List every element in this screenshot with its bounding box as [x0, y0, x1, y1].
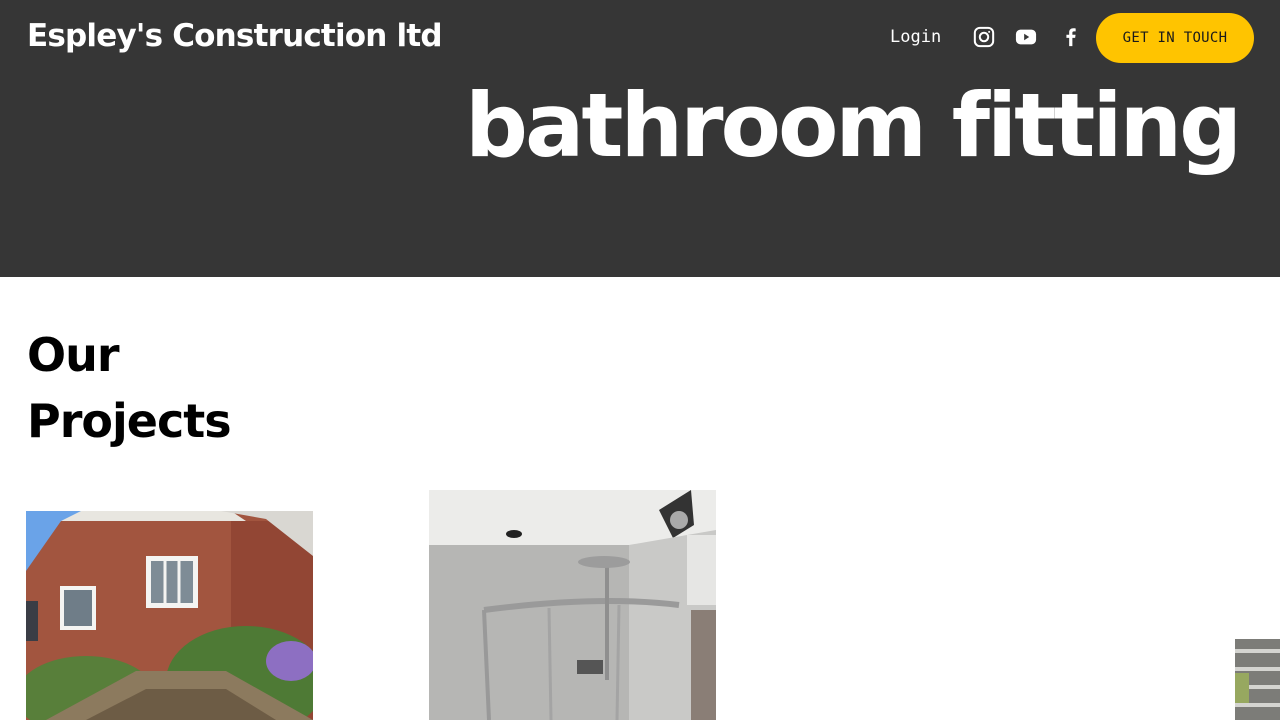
- facebook-icon[interactable]: [1060, 26, 1082, 48]
- login-link[interactable]: Login: [890, 27, 941, 47]
- hero-title: bathroom fitting: [465, 74, 1242, 177]
- site-brand[interactable]: Espley's Construction ltd: [27, 18, 443, 54]
- hero-banner: Espley's Construction ltd Login GET IN T…: [0, 0, 1280, 277]
- get-in-touch-button[interactable]: GET IN TOUCH: [1096, 13, 1254, 63]
- youtube-icon[interactable]: [1014, 26, 1038, 48]
- instagram-icon[interactable]: [973, 26, 995, 48]
- projects-heading-text: Our Projects: [27, 328, 232, 448]
- projects-heading: Our Projects: [27, 322, 327, 454]
- project-image-shower[interactable]: [429, 490, 716, 720]
- project-image-partial[interactable]: [1235, 639, 1280, 720]
- project-image-house[interactable]: [26, 511, 313, 720]
